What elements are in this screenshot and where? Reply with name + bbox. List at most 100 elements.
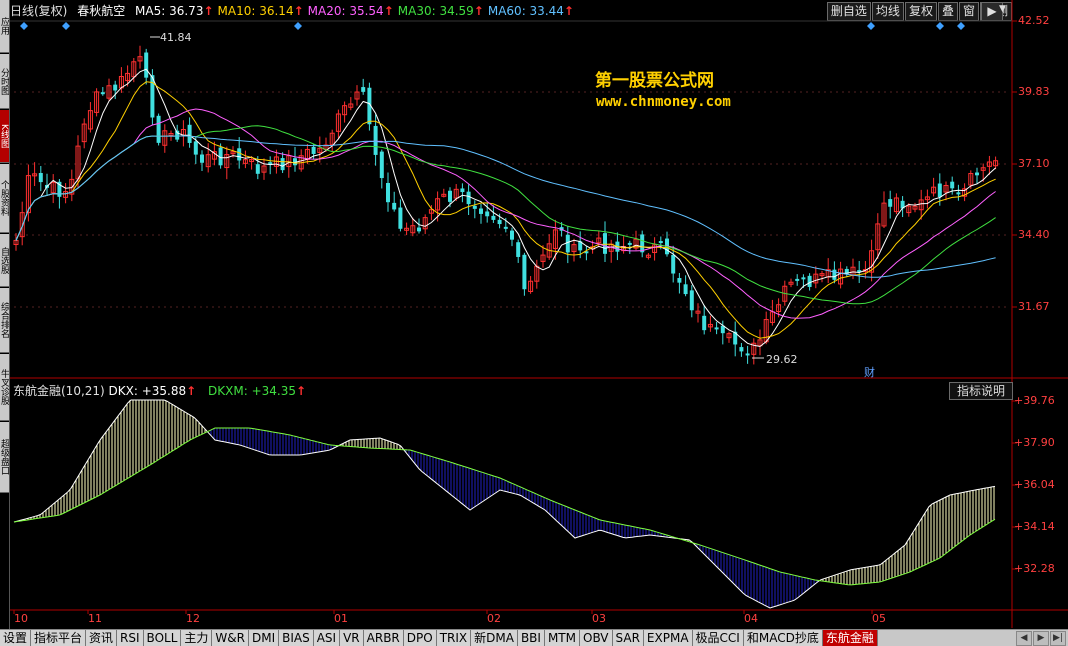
tab-nav: ◀ ▶ ▶|: [1015, 631, 1066, 646]
candle-body: [745, 353, 750, 356]
indicator-tab[interactable]: VR: [340, 630, 364, 646]
indicator-axis-label: +34.14: [1014, 520, 1055, 533]
candle-body: [280, 158, 285, 171]
candle-body: [950, 181, 955, 189]
indicator-tab[interactable]: BIAS: [279, 630, 314, 646]
price-axis-label: 39.83: [1018, 85, 1050, 98]
scroll-right-icon[interactable]: ▶: [1033, 631, 1049, 646]
candle-body: [200, 154, 204, 163]
indicator-tab[interactable]: 指标平台: [31, 630, 87, 646]
scroll-left-icon[interactable]: ◀: [1016, 631, 1032, 646]
ma60-line: [15, 135, 996, 278]
candle-body: [268, 162, 273, 165]
candle-body: [156, 115, 161, 143]
price-axis-label: 34.40: [1018, 228, 1050, 241]
indicator-tab-bar: 设置 指标平台 资讯 RSI BOLL 主力 W&R DMI BIAS ASI VR ARBR DPO T…: [0, 629, 1068, 646]
candle-body: [801, 277, 806, 280]
candle-body: [472, 205, 477, 209]
candle-body: [677, 278, 682, 283]
month-label: 12: [186, 612, 200, 625]
indicator-tab[interactable]: ARBR: [363, 630, 404, 646]
indicator-tab[interactable]: TRIX: [436, 630, 472, 646]
dkxm-value: DKXM: +34.35: [208, 384, 296, 398]
candle-body: [510, 230, 514, 240]
candle-body: [807, 275, 812, 287]
indicator-tab[interactable]: OBV: [580, 630, 613, 646]
indicator-tab[interactable]: DMI: [248, 630, 280, 646]
candle-body: [937, 183, 942, 198]
event-diamond-icon: [867, 22, 875, 30]
indicator-tab[interactable]: W&R: [212, 630, 249, 646]
candle-body: [479, 208, 483, 214]
candle-body: [392, 202, 397, 210]
ma5-line: [15, 68, 996, 348]
indicator-tab[interactable]: BOLL: [143, 630, 182, 646]
candle-body: [187, 124, 192, 143]
stock-chart-window: 应用 分时图 K线图 个股资料 自选股 综合排名 牛叉诊股 超级盘口 日线(复权…: [0, 0, 1068, 646]
indicator-tab[interactable]: 主力: [181, 630, 213, 646]
event-diamond-icon: [20, 22, 28, 30]
indicator-explain-button[interactable]: 指标说明: [949, 382, 1013, 400]
watermark-url: www.chnmoney.com: [596, 94, 731, 110]
indicator-tab[interactable]: 极品CCI: [692, 630, 744, 646]
event-diamond-icon: [62, 22, 70, 30]
indicator-tab[interactable]: SAR: [612, 630, 644, 646]
indicator-axis-label: +37.90: [1014, 436, 1055, 449]
indicator-tab[interactable]: 设置: [0, 630, 32, 646]
candle-body: [640, 234, 645, 253]
candle-body: [683, 284, 688, 295]
candle-body: [658, 241, 663, 244]
indicator-axis-label: +39.76: [1014, 394, 1055, 407]
month-label: 10: [14, 612, 28, 625]
month-label: 04: [744, 612, 758, 625]
chart-canvas[interactable]: [0, 0, 1068, 646]
indicator-axis-label: +36.04: [1014, 478, 1055, 491]
candle-body: [714, 327, 719, 330]
watermark-title: 第一股票公式网: [595, 71, 714, 91]
candle-body: [361, 87, 366, 92]
candle-body: [702, 315, 707, 331]
month-label: 02: [487, 612, 501, 625]
financial-report-marker[interactable]: 财: [864, 364, 875, 380]
high-price-label: 41.84: [160, 31, 192, 44]
candle-body: [100, 92, 105, 95]
candle-body: [603, 233, 607, 254]
month-label: 11: [88, 612, 102, 625]
indicator-tab[interactable]: 东航金融: [822, 630, 878, 646]
indicator-tab[interactable]: DPO: [403, 630, 437, 646]
event-diamond-icon: [936, 22, 944, 30]
dkx-value: DKX: +35.88: [108, 384, 187, 398]
candle-body: [689, 290, 694, 311]
price-axis-label: 37.10: [1018, 157, 1050, 170]
indicator-axis-label: +32.28: [1014, 562, 1055, 575]
candle-body: [113, 84, 118, 91]
indicator-tab[interactable]: 资讯: [86, 630, 118, 646]
indicator-tab[interactable]: MTM: [544, 630, 580, 646]
indicator-tab[interactable]: EXPMA: [643, 630, 693, 646]
indicator-tab[interactable]: BBI: [517, 630, 545, 646]
indicator-tab[interactable]: 和MACD抄底: [743, 630, 823, 646]
price-axis-label: 42.52: [1018, 14, 1050, 27]
scroll-end-icon[interactable]: ▶|: [1050, 631, 1066, 646]
candle-body: [516, 242, 521, 257]
indicator-tab[interactable]: 新DMA: [471, 630, 518, 646]
event-diamond-icon: [294, 22, 302, 30]
candle-body: [485, 211, 490, 217]
up-arrow-icon: ↑: [186, 384, 197, 398]
candle-body: [379, 151, 384, 179]
candle-body: [38, 172, 43, 183]
candle-body: [144, 52, 149, 78]
candle-body: [522, 254, 527, 290]
candle-body: [466, 191, 471, 205]
candle-body: [888, 199, 893, 207]
candle-body: [491, 215, 496, 220]
candle-body: [503, 226, 508, 229]
indicator-name[interactable]: 东航金融(10,21): [13, 384, 105, 398]
ma30-line: [15, 125, 996, 305]
indicator-tab[interactable]: ASI: [313, 630, 341, 646]
candle-body: [739, 347, 744, 352]
candle-body: [237, 148, 242, 161]
candle-body: [255, 164, 260, 174]
candle-body: [795, 278, 800, 281]
indicator-tab[interactable]: RSI: [117, 630, 144, 646]
